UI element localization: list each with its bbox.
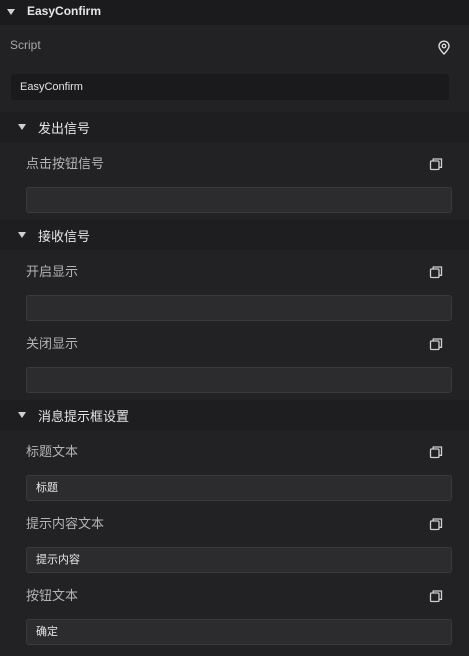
- section-title: 发出信号: [38, 122, 91, 137]
- field-label-click-signal: 点击按钮信号: [26, 157, 105, 172]
- copy-icon[interactable]: [429, 589, 443, 603]
- field-label-button-text: 按钮文本: [26, 589, 79, 604]
- map-pin-icon[interactable]: [437, 40, 451, 56]
- field-label-close-display: 关闭显示: [26, 337, 79, 352]
- section-title: 接收信号: [38, 230, 91, 245]
- copy-icon[interactable]: [429, 265, 443, 279]
- open-display-input[interactable]: [26, 295, 452, 321]
- collapse-triangle-icon[interactable]: [18, 412, 26, 418]
- script-field[interactable]: EasyConfirm: [11, 74, 449, 100]
- copy-icon[interactable]: [429, 157, 443, 171]
- button-text-input[interactable]: 确定: [26, 619, 452, 645]
- section-header-emit-signals[interactable]: 发出信号: [0, 112, 469, 142]
- collapse-triangle-icon[interactable]: [7, 9, 15, 15]
- field-label-content-text: 提示内容文本: [26, 517, 105, 532]
- copy-icon[interactable]: [429, 445, 443, 459]
- click-signal-input[interactable]: [26, 187, 452, 213]
- copy-icon[interactable]: [429, 337, 443, 351]
- field-label-open-display: 开启显示: [26, 265, 79, 280]
- title-text-input[interactable]: 标题: [26, 475, 452, 501]
- component-title: EasyConfirm: [27, 4, 102, 18]
- script-row: Script: [0, 29, 469, 65]
- close-display-input[interactable]: [26, 367, 452, 393]
- section-title: 消息提示框设置: [38, 410, 130, 425]
- copy-icon[interactable]: [429, 517, 443, 531]
- section-header-receive-signals[interactable]: 接收信号: [0, 220, 469, 250]
- script-label: Script: [10, 38, 41, 52]
- collapse-triangle-icon[interactable]: [18, 124, 26, 130]
- section-header-message-box-settings[interactable]: 消息提示框设置: [0, 400, 469, 430]
- inspector-panel: EasyConfirm Script EasyConfirm 发出信号 点击按钮…: [0, 0, 469, 656]
- collapse-triangle-icon[interactable]: [18, 232, 26, 238]
- field-label-title-text: 标题文本: [26, 445, 79, 460]
- component-header[interactable]: EasyConfirm: [0, 0, 469, 25]
- content-text-input[interactable]: 提示内容: [26, 547, 452, 573]
